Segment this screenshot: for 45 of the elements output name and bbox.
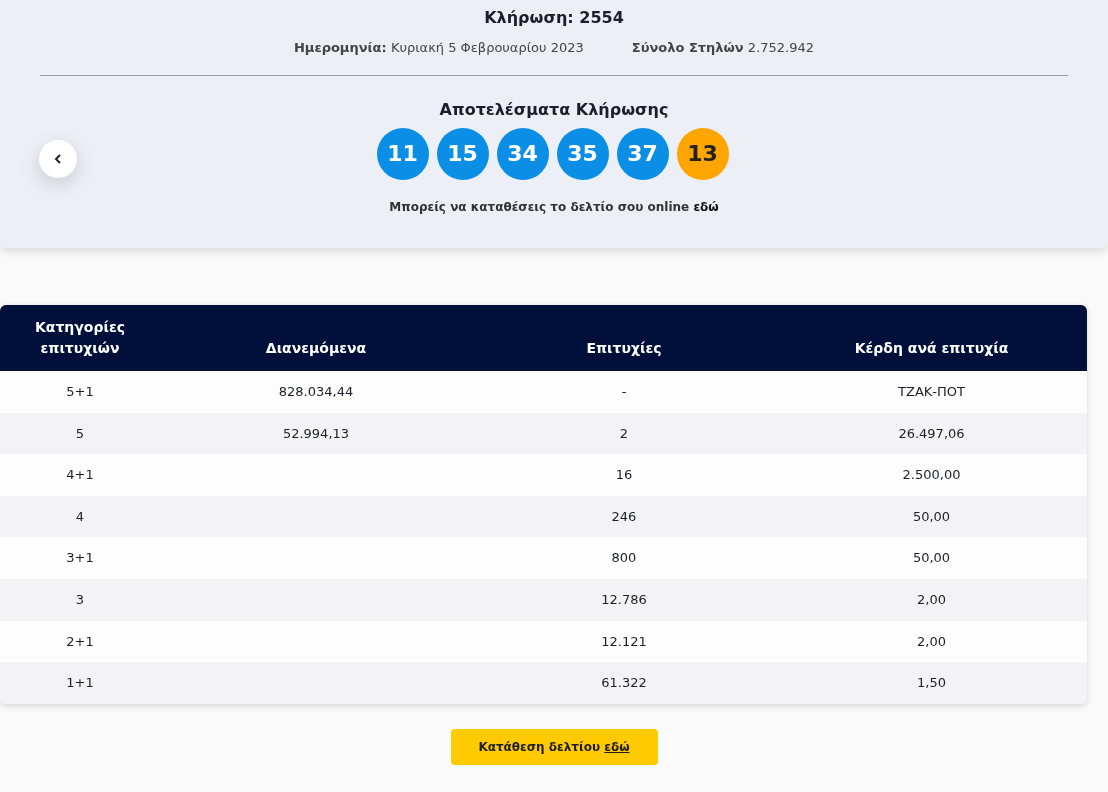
table-cell: 1+1 [66, 675, 94, 691]
table-cell: 2,00 [917, 633, 946, 649]
column-header: Επιτυχίες [472, 305, 776, 371]
back-button[interactable] [39, 140, 77, 178]
table-cell: 50,00 [912, 550, 951, 566]
number-ball: 34 [496, 127, 549, 180]
number-ball: 35 [556, 127, 609, 180]
table-cell: 4 [75, 508, 85, 524]
table-cell: 5 [75, 425, 85, 441]
table-cell: 828.034,44 [278, 384, 354, 400]
total-columns: Σύνολο Στηλών 2.752.942 [631, 38, 815, 58]
submit-ticket-button[interactable]: Κατάθεση δελτίου εδώ [450, 728, 658, 765]
table-cell: 3+1 [66, 550, 94, 566]
table-cell: 50,00 [912, 508, 951, 524]
table-cell: 5+1 [66, 384, 94, 400]
table-cell: 2 [619, 425, 629, 441]
table-cell: 12.786 [601, 592, 647, 607]
table-cell: 26.497,06 [898, 425, 965, 441]
bonus-ball: 13 [676, 127, 729, 180]
number-ball: 37 [616, 127, 669, 180]
draw-title: Κλήρωση: 2554 [484, 8, 624, 27]
table-cell: 800 [611, 550, 637, 566]
column-header: Κέρδη ανά επιτυχία [776, 305, 1087, 371]
here-link[interactable]: εδώ [693, 199, 719, 214]
table-cell: 2+1 [66, 633, 94, 649]
table-cell: 12.121 [601, 633, 647, 649]
table-cell: 2.500,00 [902, 467, 961, 483]
online-submit-note: Μπορείς να καταθέσεις το δελτίο σου online εδώ [389, 199, 719, 214]
table-cell: 1,50 [917, 675, 946, 691]
table-cell: 52.994,13 [282, 425, 350, 441]
draw-date: Ημερομηνία: Κυριακή 5 Φεβρουαρίου 2023 [293, 39, 584, 57]
column-header: Κατηγορίες επιτυχιών [0, 305, 160, 371]
column-header: Διανεμόμενα [160, 305, 472, 371]
number-ball: 15 [436, 127, 489, 180]
table-cell: ΤΖΑΚ-ΠΟΤ [898, 384, 965, 400]
table-cell: - [621, 384, 627, 400]
table-cell: 16 [615, 467, 633, 483]
table-cell: 4+1 [66, 467, 94, 483]
results-title: Αποτελέσματα Κλήρωσης [439, 99, 669, 119]
table-cell: 61.322 [601, 675, 647, 691]
table-cell: 3 [75, 592, 85, 607]
table-cell: 2,00 [917, 592, 946, 607]
number-ball: 11 [376, 127, 429, 180]
table-cell: 246 [611, 508, 637, 524]
chevron-left-icon [54, 154, 62, 164]
